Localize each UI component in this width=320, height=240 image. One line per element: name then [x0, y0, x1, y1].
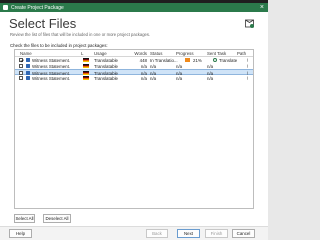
usage: Translatable	[94, 57, 118, 63]
row-checkbox[interactable]	[19, 76, 23, 80]
file-name: Witness Statement.d...	[32, 57, 70, 63]
app-icon	[3, 5, 8, 10]
usage: Translatable	[94, 75, 118, 81]
col-sent-task[interactable]: Sent Task	[207, 51, 237, 56]
col-usage[interactable]: Usage	[94, 51, 130, 56]
status: In Translatio...	[150, 57, 178, 63]
word-file-icon	[26, 57, 30, 63]
footer-bar: Help Back Next Finish Cancel	[0, 226, 268, 240]
title-bar: Create Project Package ×	[0, 3, 268, 12]
col-path[interactable]: Path	[237, 51, 253, 56]
words: n/a	[140, 63, 147, 69]
grid-header: Name L Usage Words Status Progress Sent …	[15, 50, 253, 57]
back-button[interactable]: Back	[146, 229, 168, 238]
next-button[interactable]: Next	[177, 229, 200, 238]
progress-value: n/a	[176, 75, 183, 81]
files-grid[interactable]: Name L Usage Words Status Progress Sent …	[14, 49, 254, 209]
progress-value: 21%	[193, 57, 202, 63]
path: \	[247, 57, 249, 63]
language-flag-icon	[83, 76, 89, 80]
col-name[interactable]: Name	[20, 51, 60, 56]
progress-value: n/a	[176, 63, 183, 69]
words: 448	[139, 57, 147, 63]
window-title: Create Project Package	[11, 4, 64, 11]
table-row[interactable]: Witness Statement.d... Translatable n/a …	[15, 75, 253, 81]
sent-task: n/a	[207, 75, 214, 81]
page-title: Select Files	[9, 16, 77, 31]
language-flag-icon	[83, 64, 89, 68]
file-name: Witness Statement.d...	[32, 75, 70, 81]
select-all-button[interactable]: Select All	[14, 214, 35, 223]
package-logo-icon	[245, 19, 254, 28]
file-name: Witness Statement.d...	[32, 63, 70, 69]
sent-task: Translate	[219, 57, 238, 63]
word-file-icon	[26, 75, 30, 81]
path: \	[247, 63, 249, 69]
finish-button[interactable]: Finish	[205, 229, 228, 238]
cancel-button[interactable]: Cancel	[232, 229, 255, 238]
language-flag-icon	[83, 58, 89, 62]
page-subtitle: Review the list of files that will be in…	[10, 32, 151, 37]
help-button[interactable]: Help	[9, 229, 32, 238]
col-words[interactable]: Words	[131, 51, 147, 56]
close-icon[interactable]: ×	[260, 4, 264, 12]
word-file-icon	[26, 63, 30, 69]
path: \	[247, 75, 249, 81]
col-progress[interactable]: Progress	[176, 51, 206, 56]
row-checkbox[interactable]	[19, 64, 23, 68]
sent-task-icon	[213, 58, 217, 62]
col-language[interactable]: L	[81, 51, 91, 56]
words: n/a	[140, 75, 147, 81]
progress-bar	[185, 58, 190, 62]
instruction-label: Check the files to be included in projec…	[10, 43, 108, 48]
dialog-body: Select Files Review the list of files th…	[0, 12, 268, 240]
sent-task: n/a	[207, 63, 214, 69]
deselect-all-button[interactable]: Deselect All	[43, 214, 71, 223]
usage: Translatable	[94, 63, 118, 69]
row-checkbox[interactable]	[19, 58, 23, 62]
